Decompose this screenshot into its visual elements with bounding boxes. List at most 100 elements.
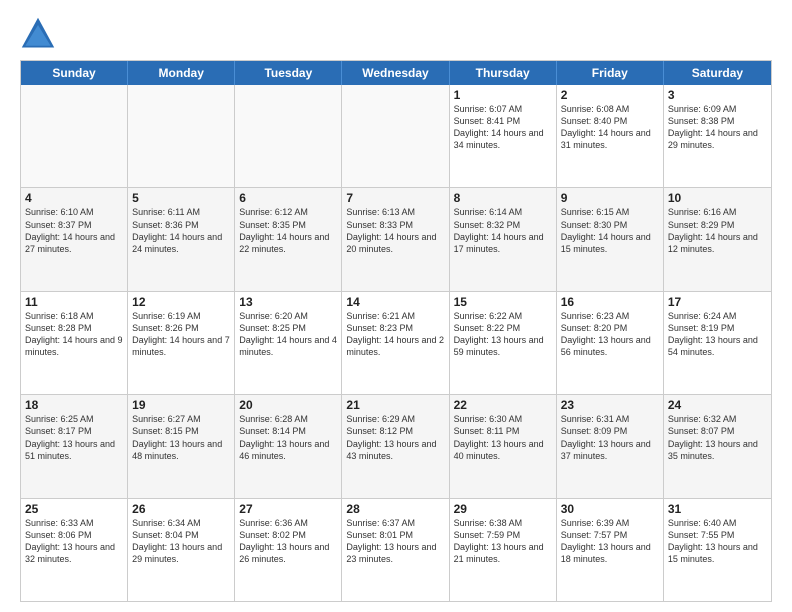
- day-number: 17: [668, 295, 767, 309]
- day-detail: Sunrise: 6:11 AM Sunset: 8:36 PM Dayligh…: [132, 206, 230, 255]
- day-number: 26: [132, 502, 230, 516]
- day-number: 30: [561, 502, 659, 516]
- day-number: 4: [25, 191, 123, 205]
- calendar-cell-4-0: 25Sunrise: 6:33 AM Sunset: 8:06 PM Dayli…: [21, 499, 128, 601]
- header: [20, 16, 772, 52]
- day-number: 25: [25, 502, 123, 516]
- day-detail: Sunrise: 6:10 AM Sunset: 8:37 PM Dayligh…: [25, 206, 123, 255]
- calendar-row-2: 11Sunrise: 6:18 AM Sunset: 8:28 PM Dayli…: [21, 292, 771, 395]
- day-detail: Sunrise: 6:20 AM Sunset: 8:25 PM Dayligh…: [239, 310, 337, 359]
- calendar-body: 1Sunrise: 6:07 AM Sunset: 8:41 PM Daylig…: [21, 85, 771, 601]
- day-detail: Sunrise: 6:30 AM Sunset: 8:11 PM Dayligh…: [454, 413, 552, 462]
- day-number: 12: [132, 295, 230, 309]
- day-detail: Sunrise: 6:19 AM Sunset: 8:26 PM Dayligh…: [132, 310, 230, 359]
- calendar-cell-0-4: 1Sunrise: 6:07 AM Sunset: 8:41 PM Daylig…: [450, 85, 557, 187]
- calendar-cell-2-6: 17Sunrise: 6:24 AM Sunset: 8:19 PM Dayli…: [664, 292, 771, 394]
- weekday-header-saturday: Saturday: [664, 61, 771, 85]
- day-detail: Sunrise: 6:18 AM Sunset: 8:28 PM Dayligh…: [25, 310, 123, 359]
- calendar-cell-0-3: [342, 85, 449, 187]
- calendar-cell-0-5: 2Sunrise: 6:08 AM Sunset: 8:40 PM Daylig…: [557, 85, 664, 187]
- weekday-header-tuesday: Tuesday: [235, 61, 342, 85]
- day-number: 31: [668, 502, 767, 516]
- calendar-cell-1-1: 5Sunrise: 6:11 AM Sunset: 8:36 PM Daylig…: [128, 188, 235, 290]
- day-number: 7: [346, 191, 444, 205]
- calendar-row-3: 18Sunrise: 6:25 AM Sunset: 8:17 PM Dayli…: [21, 395, 771, 498]
- calendar-row-1: 4Sunrise: 6:10 AM Sunset: 8:37 PM Daylig…: [21, 188, 771, 291]
- weekday-header-monday: Monday: [128, 61, 235, 85]
- calendar-cell-1-2: 6Sunrise: 6:12 AM Sunset: 8:35 PM Daylig…: [235, 188, 342, 290]
- day-number: 6: [239, 191, 337, 205]
- day-detail: Sunrise: 6:28 AM Sunset: 8:14 PM Dayligh…: [239, 413, 337, 462]
- day-detail: Sunrise: 6:12 AM Sunset: 8:35 PM Dayligh…: [239, 206, 337, 255]
- day-number: 11: [25, 295, 123, 309]
- day-detail: Sunrise: 6:23 AM Sunset: 8:20 PM Dayligh…: [561, 310, 659, 359]
- calendar-cell-4-2: 27Sunrise: 6:36 AM Sunset: 8:02 PM Dayli…: [235, 499, 342, 601]
- calendar-header: SundayMondayTuesdayWednesdayThursdayFrid…: [21, 61, 771, 85]
- day-number: 21: [346, 398, 444, 412]
- day-number: 29: [454, 502, 552, 516]
- day-number: 24: [668, 398, 767, 412]
- day-detail: Sunrise: 6:32 AM Sunset: 8:07 PM Dayligh…: [668, 413, 767, 462]
- weekday-header-thursday: Thursday: [450, 61, 557, 85]
- day-detail: Sunrise: 6:15 AM Sunset: 8:30 PM Dayligh…: [561, 206, 659, 255]
- day-number: 13: [239, 295, 337, 309]
- day-number: 14: [346, 295, 444, 309]
- day-number: 8: [454, 191, 552, 205]
- calendar-cell-3-6: 24Sunrise: 6:32 AM Sunset: 8:07 PM Dayli…: [664, 395, 771, 497]
- calendar-cell-4-3: 28Sunrise: 6:37 AM Sunset: 8:01 PM Dayli…: [342, 499, 449, 601]
- weekday-header-sunday: Sunday: [21, 61, 128, 85]
- calendar-cell-3-0: 18Sunrise: 6:25 AM Sunset: 8:17 PM Dayli…: [21, 395, 128, 497]
- calendar-cell-4-1: 26Sunrise: 6:34 AM Sunset: 8:04 PM Dayli…: [128, 499, 235, 601]
- calendar-cell-1-4: 8Sunrise: 6:14 AM Sunset: 8:32 PM Daylig…: [450, 188, 557, 290]
- calendar-cell-3-2: 20Sunrise: 6:28 AM Sunset: 8:14 PM Dayli…: [235, 395, 342, 497]
- day-number: 23: [561, 398, 659, 412]
- day-detail: Sunrise: 6:25 AM Sunset: 8:17 PM Dayligh…: [25, 413, 123, 462]
- day-detail: Sunrise: 6:33 AM Sunset: 8:06 PM Dayligh…: [25, 517, 123, 566]
- calendar-cell-3-4: 22Sunrise: 6:30 AM Sunset: 8:11 PM Dayli…: [450, 395, 557, 497]
- day-detail: Sunrise: 6:22 AM Sunset: 8:22 PM Dayligh…: [454, 310, 552, 359]
- day-detail: Sunrise: 6:07 AM Sunset: 8:41 PM Dayligh…: [454, 103, 552, 152]
- calendar-cell-4-4: 29Sunrise: 6:38 AM Sunset: 7:59 PM Dayli…: [450, 499, 557, 601]
- weekday-header-wednesday: Wednesday: [342, 61, 449, 85]
- day-number: 5: [132, 191, 230, 205]
- weekday-header-friday: Friday: [557, 61, 664, 85]
- calendar: SundayMondayTuesdayWednesdayThursdayFrid…: [20, 60, 772, 602]
- day-number: 19: [132, 398, 230, 412]
- day-detail: Sunrise: 6:24 AM Sunset: 8:19 PM Dayligh…: [668, 310, 767, 359]
- calendar-cell-1-0: 4Sunrise: 6:10 AM Sunset: 8:37 PM Daylig…: [21, 188, 128, 290]
- day-detail: Sunrise: 6:34 AM Sunset: 8:04 PM Dayligh…: [132, 517, 230, 566]
- day-detail: Sunrise: 6:40 AM Sunset: 7:55 PM Dayligh…: [668, 517, 767, 566]
- day-detail: Sunrise: 6:31 AM Sunset: 8:09 PM Dayligh…: [561, 413, 659, 462]
- day-number: 10: [668, 191, 767, 205]
- day-number: 2: [561, 88, 659, 102]
- day-detail: Sunrise: 6:37 AM Sunset: 8:01 PM Dayligh…: [346, 517, 444, 566]
- logo-icon: [20, 16, 56, 52]
- calendar-cell-0-0: [21, 85, 128, 187]
- day-detail: Sunrise: 6:14 AM Sunset: 8:32 PM Dayligh…: [454, 206, 552, 255]
- day-detail: Sunrise: 6:21 AM Sunset: 8:23 PM Dayligh…: [346, 310, 444, 359]
- day-number: 15: [454, 295, 552, 309]
- calendar-cell-0-2: [235, 85, 342, 187]
- day-detail: Sunrise: 6:13 AM Sunset: 8:33 PM Dayligh…: [346, 206, 444, 255]
- day-detail: Sunrise: 6:27 AM Sunset: 8:15 PM Dayligh…: [132, 413, 230, 462]
- day-detail: Sunrise: 6:36 AM Sunset: 8:02 PM Dayligh…: [239, 517, 337, 566]
- calendar-cell-4-5: 30Sunrise: 6:39 AM Sunset: 7:57 PM Dayli…: [557, 499, 664, 601]
- calendar-cell-2-0: 11Sunrise: 6:18 AM Sunset: 8:28 PM Dayli…: [21, 292, 128, 394]
- calendar-cell-2-2: 13Sunrise: 6:20 AM Sunset: 8:25 PM Dayli…: [235, 292, 342, 394]
- calendar-cell-3-3: 21Sunrise: 6:29 AM Sunset: 8:12 PM Dayli…: [342, 395, 449, 497]
- logo: [20, 16, 62, 52]
- day-number: 1: [454, 88, 552, 102]
- day-number: 9: [561, 191, 659, 205]
- day-detail: Sunrise: 6:38 AM Sunset: 7:59 PM Dayligh…: [454, 517, 552, 566]
- day-number: 18: [25, 398, 123, 412]
- calendar-cell-3-5: 23Sunrise: 6:31 AM Sunset: 8:09 PM Dayli…: [557, 395, 664, 497]
- calendar-cell-0-6: 3Sunrise: 6:09 AM Sunset: 8:38 PM Daylig…: [664, 85, 771, 187]
- calendar-cell-2-1: 12Sunrise: 6:19 AM Sunset: 8:26 PM Dayli…: [128, 292, 235, 394]
- calendar-cell-0-1: [128, 85, 235, 187]
- day-detail: Sunrise: 6:29 AM Sunset: 8:12 PM Dayligh…: [346, 413, 444, 462]
- day-detail: Sunrise: 6:09 AM Sunset: 8:38 PM Dayligh…: [668, 103, 767, 152]
- calendar-cell-1-6: 10Sunrise: 6:16 AM Sunset: 8:29 PM Dayli…: [664, 188, 771, 290]
- calendar-row-0: 1Sunrise: 6:07 AM Sunset: 8:41 PM Daylig…: [21, 85, 771, 188]
- day-number: 16: [561, 295, 659, 309]
- calendar-cell-3-1: 19Sunrise: 6:27 AM Sunset: 8:15 PM Dayli…: [128, 395, 235, 497]
